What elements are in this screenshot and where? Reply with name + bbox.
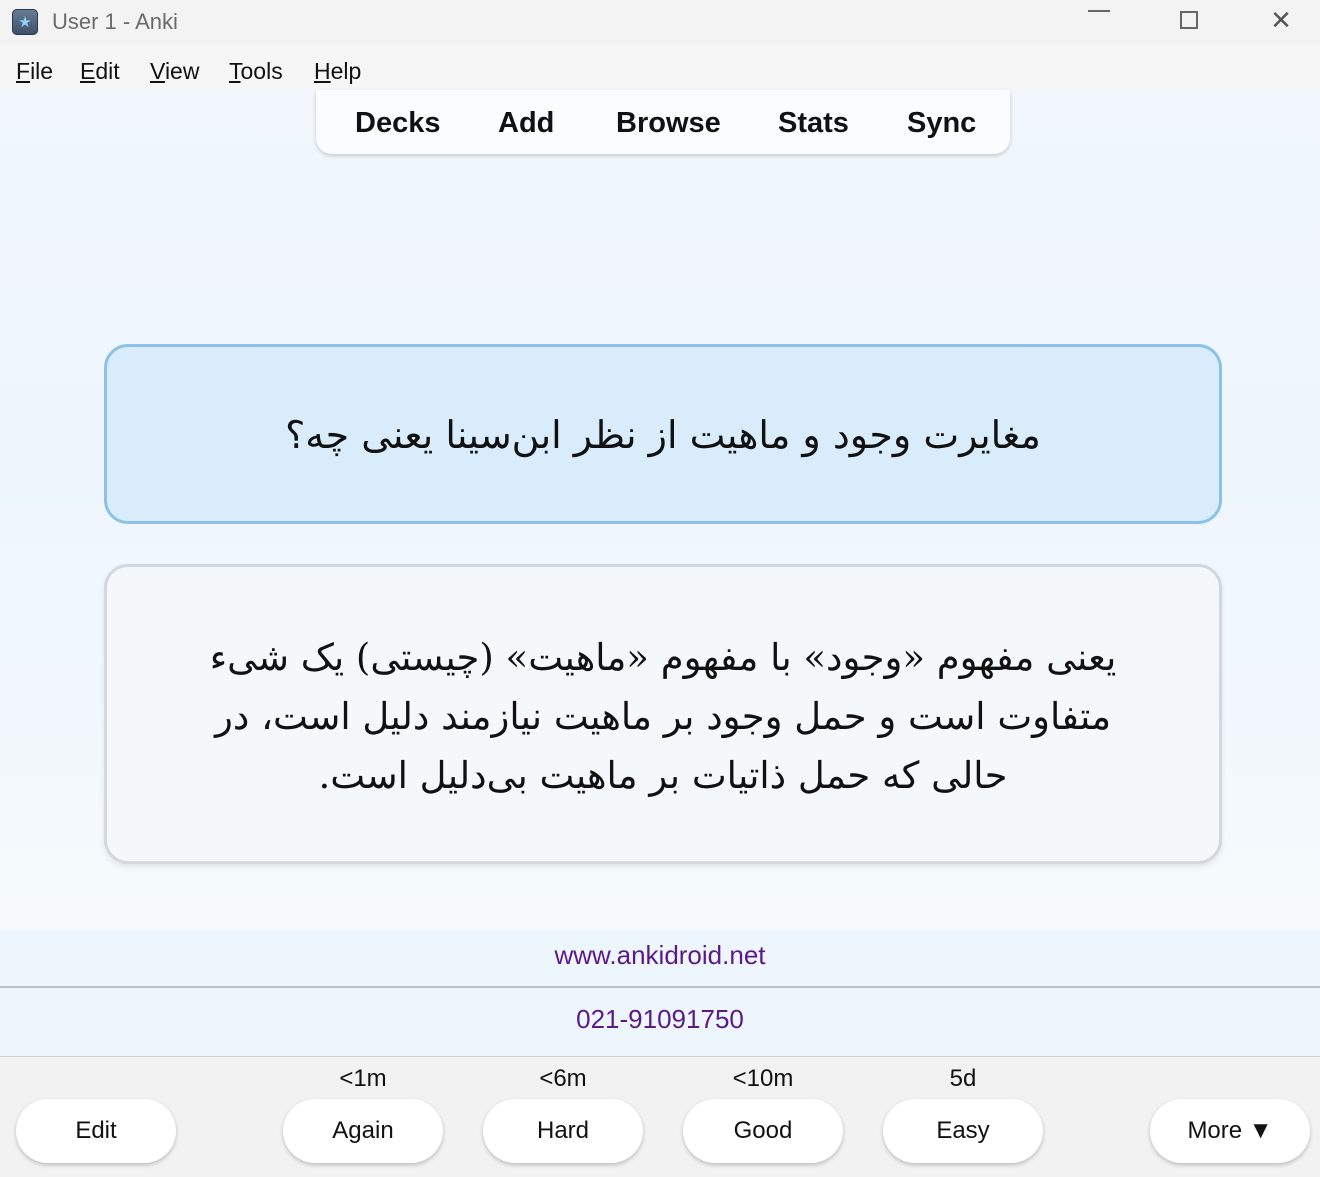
- menu-file[interactable]: File: [16, 58, 53, 85]
- good-interval: <10m: [732, 1065, 794, 1092]
- hard-button[interactable]: Hard: [483, 1099, 643, 1163]
- card-question: مغایرت وجود و ماهیت از نظر ابن‌سینا یعنی…: [104, 344, 1222, 524]
- maximize-button[interactable]: [1144, 0, 1234, 44]
- minimize-button[interactable]: [1054, 0, 1144, 44]
- minimize-icon: [1088, 9, 1110, 12]
- menu-bar: File Edit View Tools Help: [0, 44, 1320, 90]
- menu-view[interactable]: View: [150, 58, 199, 85]
- phone-link[interactable]: 021-91091750: [0, 1004, 1320, 1035]
- hard-interval: <6m: [539, 1065, 587, 1092]
- answer-bar: Edit <1m Again <6m Hard <10m Good 5d Eas…: [0, 1056, 1320, 1177]
- toolbar-add[interactable]: Add: [498, 107, 554, 140]
- toolbar-decks[interactable]: Decks: [355, 107, 440, 140]
- menu-tools[interactable]: Tools: [229, 58, 283, 85]
- footer-divider: [0, 986, 1320, 988]
- window-title: User 1 - Anki: [52, 9, 178, 34]
- card-footer: www.ankidroid.net 021-91091750: [0, 930, 1320, 1056]
- toolbar-browse[interactable]: Browse: [616, 107, 721, 140]
- edit-button[interactable]: Edit: [16, 1099, 176, 1163]
- again-interval: <1m: [339, 1065, 387, 1092]
- again-button[interactable]: Again: [283, 1099, 443, 1163]
- title-bar: ★ User 1 - Anki ✕: [0, 0, 1320, 44]
- more-button[interactable]: More ▼: [1150, 1099, 1310, 1163]
- good-button[interactable]: Good: [683, 1099, 843, 1163]
- anki-star-icon[interactable]: ★: [12, 9, 38, 35]
- toolbar-stats[interactable]: Stats: [778, 107, 849, 140]
- website-link[interactable]: www.ankidroid.net: [0, 940, 1320, 971]
- toolbar-sync[interactable]: Sync: [907, 107, 976, 140]
- easy-button[interactable]: Easy: [883, 1099, 1043, 1163]
- close-button[interactable]: ✕: [1236, 0, 1320, 44]
- top-toolbar: Decks Add Browse Stats Sync: [316, 90, 1010, 154]
- menu-help[interactable]: Help: [314, 58, 361, 85]
- easy-interval: 5d: [949, 1065, 977, 1092]
- card-answer: یعنی مفهوم «وجود» با مفهوم «ماهیت» (چیست…: [104, 564, 1222, 864]
- menu-edit[interactable]: Edit: [80, 58, 120, 85]
- maximize-icon: [1180, 10, 1198, 29]
- close-icon: ✕: [1270, 6, 1292, 36]
